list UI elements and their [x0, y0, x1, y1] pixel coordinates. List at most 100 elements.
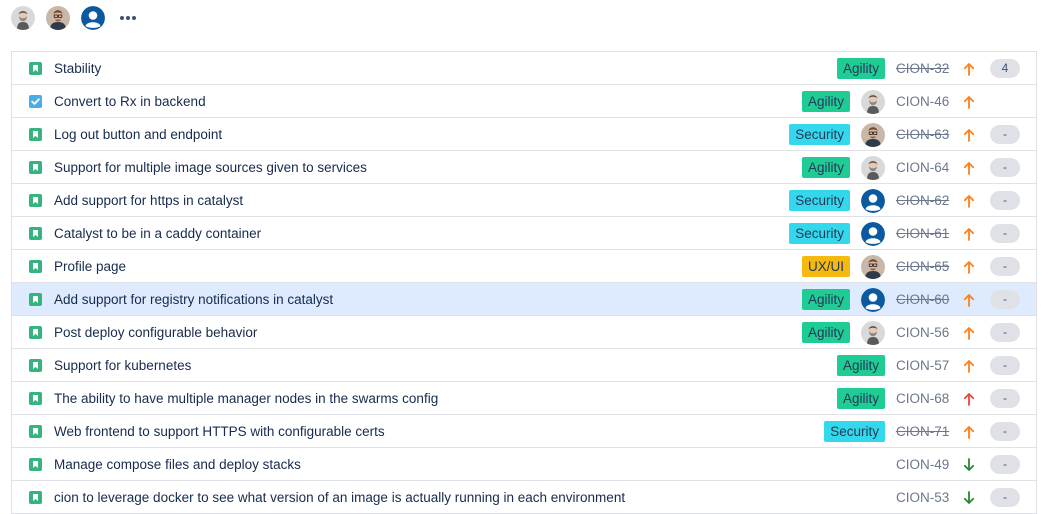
- issue-key-link[interactable]: CION-32: [896, 61, 952, 76]
- epic-label-badge[interactable]: Agility: [801, 322, 850, 343]
- issue-key-link[interactable]: CION-57: [896, 358, 952, 373]
- issue-summary[interactable]: Stability: [54, 52, 101, 85]
- issue-row[interactable]: The ability to have multiple manager nod…: [12, 382, 1036, 415]
- issue-meta: Agility CION-57 -: [836, 349, 1020, 382]
- epic-label-badge[interactable]: Agility: [836, 388, 885, 409]
- issue-key-link[interactable]: CION-71: [896, 424, 952, 439]
- story-points-badge: [990, 92, 1020, 111]
- story-type-icon: [29, 62, 42, 75]
- issue-meta: Agility CION-32 4: [836, 52, 1020, 85]
- priority-highest-icon: [962, 391, 976, 407]
- assignee-avatar[interactable]: [861, 155, 885, 180]
- issue-summary[interactable]: Post deploy configurable behavior: [54, 316, 257, 349]
- issue-summary[interactable]: Add support for https in catalyst: [54, 184, 243, 217]
- assignee-avatar[interactable]: [861, 287, 885, 312]
- issue-row[interactable]: Catalyst to be in a caddy container Secur…: [12, 217, 1036, 250]
- epic-label-badge[interactable]: Agility: [801, 289, 850, 310]
- assignee-avatar[interactable]: [861, 254, 885, 279]
- epic-label-badge[interactable]: Agility: [801, 157, 850, 178]
- issue-key-link[interactable]: CION-62: [896, 193, 952, 208]
- assignee-avatar[interactable]: [861, 188, 885, 213]
- story-type-icon: [29, 491, 42, 504]
- issue-meta: Security CION-61 -: [789, 217, 1020, 250]
- story-type-icon: [29, 359, 42, 372]
- priority-high-icon: [962, 226, 976, 242]
- issue-meta: UX/UI CION-65 -: [801, 250, 1020, 283]
- epic-label-badge[interactable]: Security: [824, 421, 885, 442]
- issue-key-link[interactable]: CION-65: [896, 259, 952, 274]
- priority-high-icon: [962, 94, 976, 110]
- issue-key-link[interactable]: CION-61: [896, 226, 952, 241]
- story-type-icon: [29, 128, 42, 141]
- issue-key-link[interactable]: CION-63: [896, 127, 952, 142]
- issue-row[interactable]: Add support for https in catalyst Securit…: [12, 184, 1036, 217]
- assignee-avatar[interactable]: [861, 221, 885, 246]
- epic-label-badge[interactable]: Agility: [801, 91, 850, 112]
- issue-key-link[interactable]: CION-53: [896, 490, 952, 505]
- story-points-badge: -: [990, 224, 1020, 243]
- story-type-icon: [29, 161, 42, 174]
- story-points-badge: -: [990, 158, 1020, 177]
- issue-row[interactable]: Add support for registry notifications i…: [12, 283, 1036, 316]
- story-type-icon: [29, 194, 42, 207]
- priority-low-icon: [962, 490, 976, 506]
- issue-summary[interactable]: Web frontend to support HTTPS with confi…: [54, 415, 385, 448]
- task-type-icon: [29, 95, 42, 108]
- more-horizontal-icon: [120, 16, 136, 20]
- story-points-badge: -: [990, 455, 1020, 474]
- bearded-user-avatar[interactable]: [11, 6, 35, 30]
- backlog-issue-list: Stability Agility CION-32 4 Convert to Rx in…: [11, 51, 1037, 514]
- story-points-badge: -: [990, 323, 1020, 342]
- issue-row[interactable]: Manage compose files and deploy stacks CI…: [12, 448, 1036, 481]
- priority-high-icon: [962, 325, 976, 341]
- issue-summary[interactable]: Catalyst to be in a caddy container: [54, 217, 261, 250]
- issue-meta: CION-53 -: [896, 481, 1020, 514]
- story-type-icon: [29, 260, 42, 273]
- issue-row[interactable]: Stability Agility CION-32 4: [12, 52, 1036, 85]
- issue-summary[interactable]: Add support for registry notifications i…: [54, 283, 333, 316]
- assignee-avatar[interactable]: [861, 122, 885, 147]
- issue-row[interactable]: Convert to Rx in backend Agility CION-46: [12, 85, 1036, 118]
- epic-label-badge[interactable]: Security: [789, 223, 850, 244]
- assignee-avatar[interactable]: [861, 320, 885, 345]
- issue-row[interactable]: Post deploy configurable behavior Agility…: [12, 316, 1036, 349]
- issue-row[interactable]: cion to leverage docker to see what vers…: [12, 481, 1036, 514]
- issue-row[interactable]: Web frontend to support HTTPS with confi…: [12, 415, 1036, 448]
- issue-summary[interactable]: Manage compose files and deploy stacks: [54, 448, 301, 481]
- glasses-user-avatar[interactable]: [46, 6, 70, 30]
- epic-label-badge[interactable]: Agility: [836, 58, 885, 79]
- story-type-icon: [29, 227, 42, 240]
- default-user-avatar[interactable]: [81, 6, 105, 30]
- issue-summary[interactable]: The ability to have multiple manager nod…: [54, 382, 438, 415]
- issue-meta: Security CION-62 -: [789, 184, 1020, 217]
- story-type-icon: [29, 293, 42, 306]
- assignee-avatar[interactable]: [861, 89, 885, 114]
- issue-summary[interactable]: Support for kubernetes: [54, 349, 191, 382]
- issue-key-link[interactable]: CION-60: [896, 292, 952, 307]
- story-type-icon: [29, 326, 42, 339]
- issue-row[interactable]: Profile page UX/UI CION-65 -: [12, 250, 1036, 283]
- issue-summary[interactable]: Support for multiple image sources given…: [54, 151, 367, 184]
- issue-summary[interactable]: Profile page: [54, 250, 126, 283]
- story-points-badge: -: [990, 125, 1020, 144]
- epic-label-badge[interactable]: Security: [789, 124, 850, 145]
- issue-summary[interactable]: cion to leverage docker to see what vers…: [54, 481, 625, 514]
- epic-label-badge[interactable]: Security: [789, 190, 850, 211]
- priority-low-icon: [962, 457, 976, 473]
- issue-key-link[interactable]: CION-46: [896, 94, 952, 109]
- issue-row[interactable]: Log out button and endpoint Security CION-…: [12, 118, 1036, 151]
- story-points-badge: -: [990, 290, 1020, 309]
- issue-key-link[interactable]: CION-49: [896, 457, 952, 472]
- epic-label-badge[interactable]: Agility: [836, 355, 885, 376]
- issue-key-link[interactable]: CION-56: [896, 325, 952, 340]
- issue-key-link[interactable]: CION-64: [896, 160, 952, 175]
- issue-key-link[interactable]: CION-68: [896, 391, 952, 406]
- issue-summary[interactable]: Convert to Rx in backend: [54, 85, 206, 118]
- more-options-button[interactable]: [116, 6, 140, 30]
- issue-summary[interactable]: Log out button and endpoint: [54, 118, 222, 151]
- issue-row[interactable]: Support for kubernetes Agility CION-57 -: [12, 349, 1036, 382]
- issue-meta: Agility CION-46: [801, 85, 1020, 118]
- epic-label-badge[interactable]: UX/UI: [801, 256, 850, 277]
- issue-meta: Agility CION-56 -: [801, 316, 1020, 349]
- issue-row[interactable]: Support for multiple image sources given…: [12, 151, 1036, 184]
